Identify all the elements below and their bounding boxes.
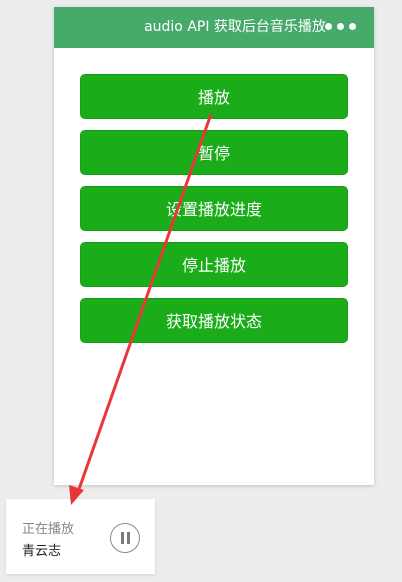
phone-screen: audio API 获取后台音乐播放 播放 暂停 设置播放进度 停止播放 获取播… — [54, 7, 374, 485]
background-audio-player[interactable]: 正在播放 青云志 — [6, 499, 155, 574]
dot-icon — [337, 23, 344, 30]
navigation-bar: audio API 获取后台音乐播放 — [54, 7, 374, 48]
song-title: 青云志 — [22, 544, 62, 559]
pause-icon[interactable] — [110, 523, 140, 553]
dot-icon — [325, 23, 332, 30]
dot-icon — [349, 23, 356, 30]
stop-button[interactable]: 停止播放 — [80, 242, 348, 287]
pause-button[interactable]: 暂停 — [80, 130, 348, 175]
seek-button[interactable]: 设置播放进度 — [80, 186, 348, 231]
get-state-button[interactable]: 获取播放状态 — [80, 298, 348, 343]
playing-status: 正在播放 — [22, 522, 75, 537]
play-button[interactable]: 播放 — [80, 74, 348, 119]
button-list: 播放 暂停 设置播放进度 停止播放 获取播放状态 — [80, 74, 348, 354]
more-dots-icon[interactable] — [325, 23, 356, 32]
